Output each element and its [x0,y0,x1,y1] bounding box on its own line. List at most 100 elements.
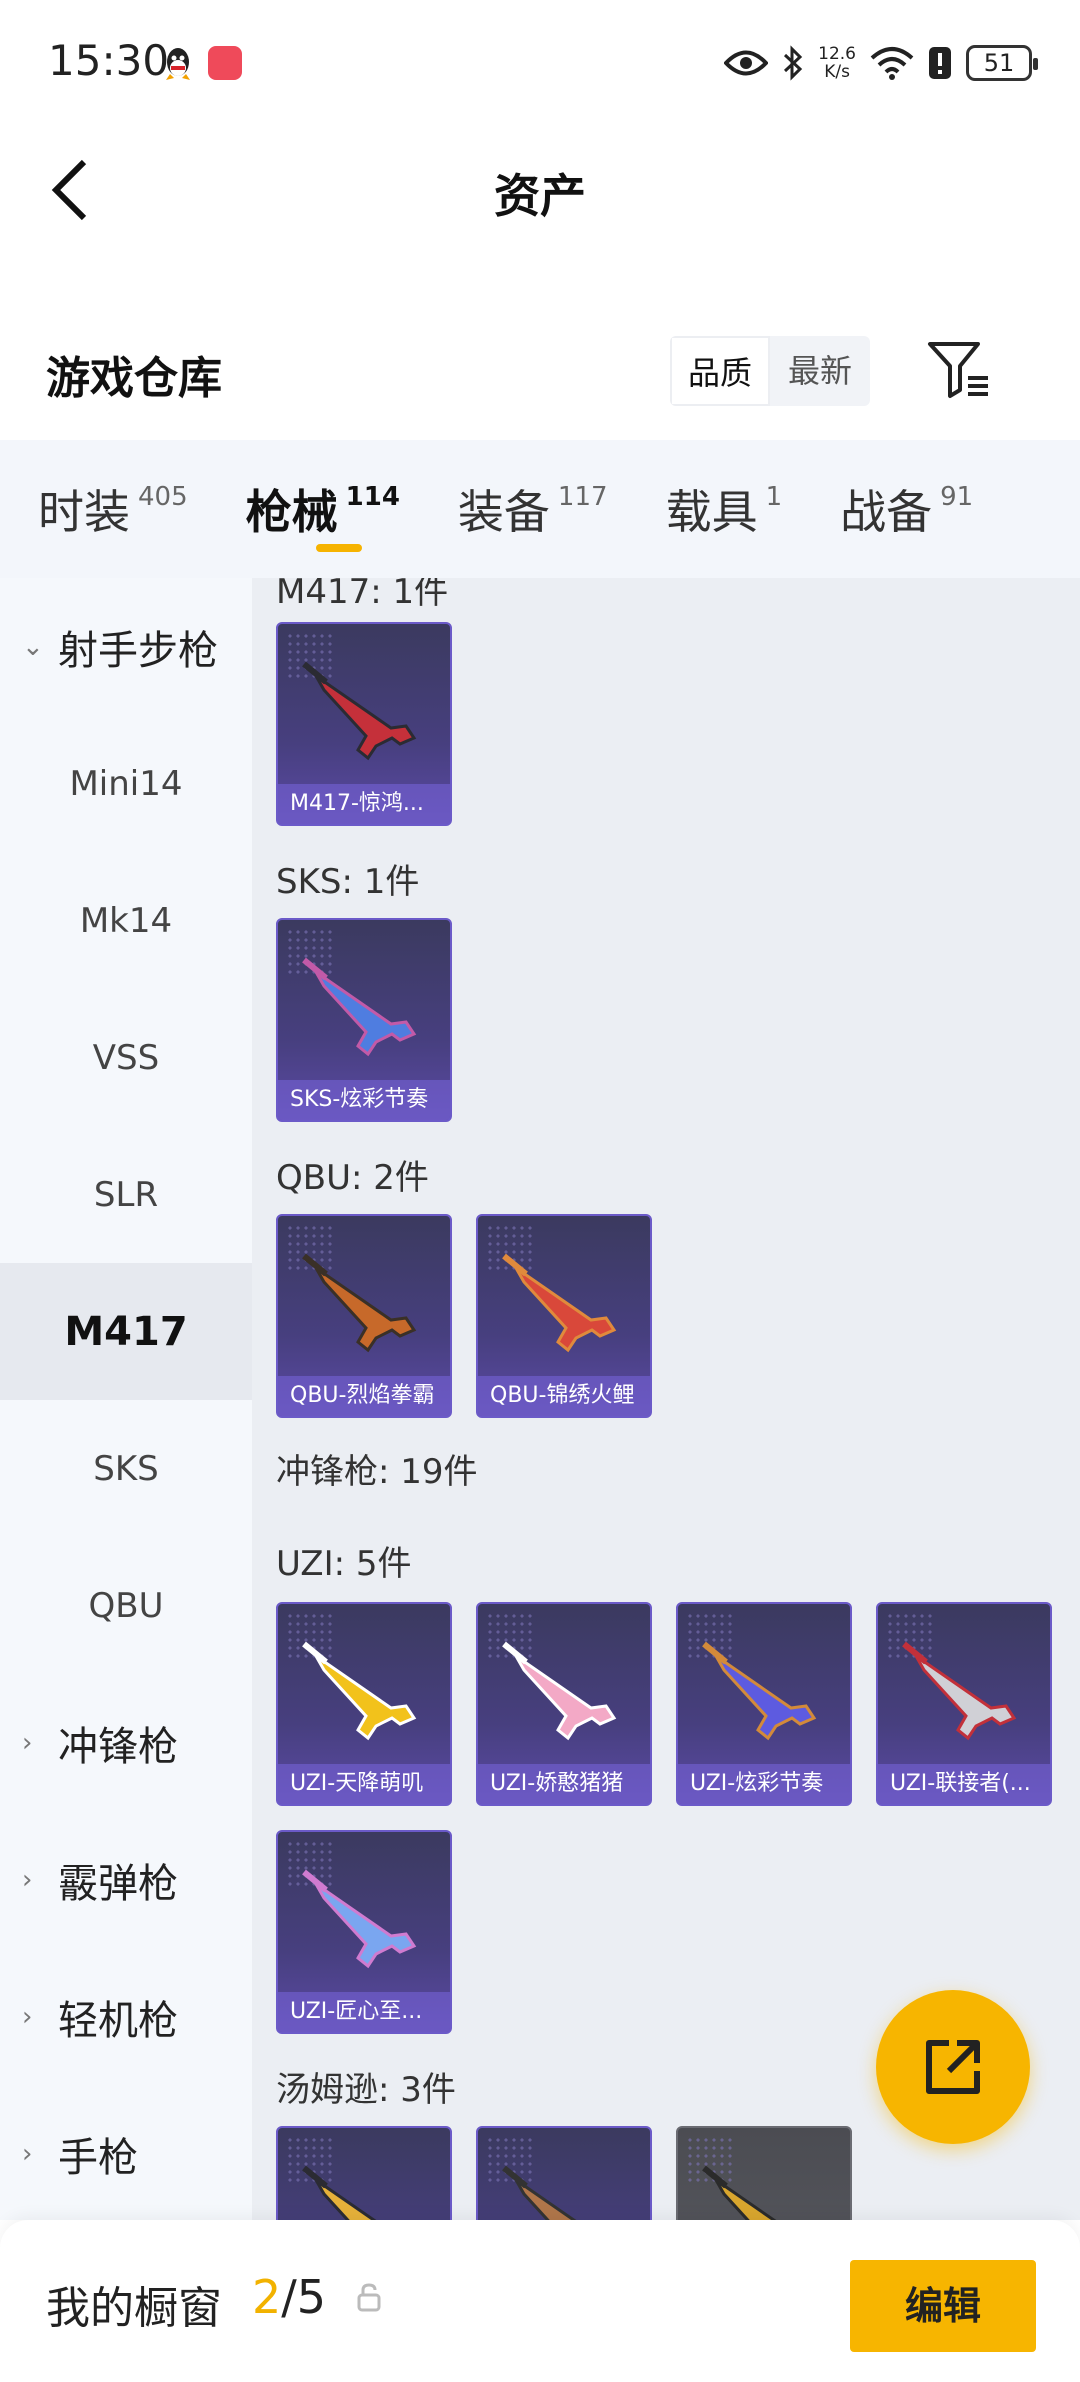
app-header: 资产 [0,130,1080,250]
bluetooth-icon [784,45,803,81]
share-button[interactable] [876,1990,1030,2144]
tab-fashion[interactable]: 时装 405 [0,440,208,578]
showcase-total: /5 [281,2270,327,2324]
weapon-image-icon [302,2165,377,2220]
weapon-card[interactable]: UZI-炫彩节奏 [676,1602,852,1806]
sidebar-item-label: 射手步枪 [58,627,218,674]
battery-icon: 51 [966,45,1038,81]
weapon-card[interactable]: UZI-天降萌叽 [276,1602,452,1806]
eye-icon [724,50,769,76]
group-heading: 冲锋枪: 19件 [276,1452,478,1492]
share-external-icon [926,2040,980,2094]
sidebar-group-pistol[interactable]: › 手枪 [0,2085,252,2220]
filter-icon[interactable] [924,334,994,404]
sidebar-group-dmr[interactable]: ⌄ 射手步枪 [0,578,252,715]
weapon-card-label: QBU-烈焰拳霸 [278,1376,450,1416]
tab-weapons[interactable]: 枪械 114 [208,440,420,578]
weapon-card-label: UZI-匠心至... [278,1992,450,2032]
chevron-right-icon: › [22,2138,33,2169]
weapon-image-icon [702,2165,777,2220]
weapon-image-icon [302,957,417,1057]
tab-count: 405 [138,482,188,512]
weapon-card[interactable] [476,2126,652,2220]
tab-vehicles[interactable]: 载具 1 [628,440,803,578]
weapon-card-label: UZI-娇憨猪猪 [478,1764,650,1804]
category-tabs: 时装 405 枪械 114 装备 117 载具 1 战备 91 [0,440,1080,578]
sidebar-item-vss[interactable]: VSS [0,989,252,1126]
sidebar-item-label: 轻机枪 [58,1997,178,2044]
tab-count: 1 [765,482,783,512]
sidebar-group-smg[interactable]: › 冲锋枪 [0,1674,252,1811]
weapon-card[interactable]: UZI-娇憨猪猪 [476,1602,652,1806]
weapon-card-label: QBU-锦绣火鲤 [478,1376,650,1416]
warehouse-row: 游戏仓库 品质 最新 [0,320,1080,440]
warehouse-title: 游戏仓库 [46,353,222,404]
sort-option-newest[interactable]: 最新 [770,336,870,406]
weapon-card[interactable]: UZI-匠心至... [276,1830,452,2034]
wifi-icon [870,47,914,80]
tab-label: 战备 [840,485,933,539]
sidebar-item-sks[interactable]: SKS [0,1400,252,1537]
status-bar: 15:30 12.6 K/s 51 [0,0,1080,130]
tab-equipment[interactable]: 装备 117 [420,440,628,578]
weapon-card[interactable] [676,2126,852,2220]
weapon-card[interactable]: M417-惊鸿... [276,622,452,826]
tab-label: 载具 [665,485,758,539]
weapon-card[interactable]: QBU-锦绣火鲤 [476,1214,652,1418]
weapon-sidebar: ⌄ 射手步枪 Mini14 Mk14 VSS SLR M417 SKS QBU … [0,578,252,2220]
weapon-image-icon [902,1641,1017,1741]
weapon-image-icon [302,661,417,761]
chevron-right-icon: › [22,1727,33,1758]
lock-icon [357,2283,381,2312]
tab-label: 枪械 [245,485,338,539]
showcase-current: 2 [252,2270,282,2324]
weapon-card[interactable] [276,2126,452,2220]
sidebar-item-label: 手枪 [58,2134,138,2181]
qq-icon [166,48,190,80]
weapon-image-icon [302,1253,417,1353]
tab-supplies[interactable]: 战备 91 [802,440,993,578]
tab-count: 117 [557,482,608,512]
sidebar-group-lmg[interactable]: › 轻机枪 [0,1948,252,2085]
tab-label: 装备 [457,485,550,539]
net-speed-value: 12.6 [818,44,856,64]
chevron-down-icon: ⌄ [22,631,44,662]
weapon-card[interactable]: SKS-炫彩节奏 [276,918,452,1122]
group-heading: UZI: 5件 [276,1544,412,1584]
status-right: 12.6 K/s 51 [724,40,1038,86]
app-notification-icon [208,46,242,80]
weapon-image-icon [502,1641,617,1741]
group-heading: 汤姆逊: 3件 [276,2070,456,2110]
sort-segment: 品质 最新 [670,336,870,406]
sidebar-group-shotgun[interactable]: › 霰弹枪 [0,1811,252,1948]
weapon-image-icon [502,2165,577,2220]
tab-count: 91 [940,482,974,512]
status-time: 15:30 [48,36,170,85]
active-tab-indicator [316,544,362,552]
sidebar-item-label: 霰弹枪 [58,1860,178,1907]
sidebar-item-slr[interactable]: SLR [0,1126,252,1263]
edit-button[interactable]: 编辑 [850,2260,1036,2352]
sidebar-item-m417[interactable]: M417 [0,1263,252,1400]
sort-option-quality[interactable]: 品质 [670,336,770,406]
weapon-card-label: UZI-联接者(... [878,1764,1050,1804]
net-speed-unit: K/s [824,62,850,82]
showcase-title: 我的橱窗 [46,2283,222,2334]
weapon-card[interactable]: QBU-烈焰拳霸 [276,1214,452,1418]
sidebar-item-mini14[interactable]: Mini14 [0,715,252,852]
sidebar-item-qbu[interactable]: QBU [0,1537,252,1674]
weapon-image-icon [302,1869,417,1969]
chevron-right-icon: › [22,2001,33,2032]
group-heading: M417: 1件 [276,578,449,612]
weapon-card-label: UZI-天降萌叽 [278,1764,450,1804]
weapon-card-label: SKS-炫彩节奏 [278,1080,450,1120]
weapon-image-icon [302,1641,417,1741]
weapon-card-label: UZI-炫彩节奏 [678,1764,850,1804]
weapon-card[interactable]: UZI-联接者(... [876,1602,1052,1806]
weapon-image-icon [702,1641,817,1741]
page-title: 资产 [494,169,586,223]
sidebar-item-mk14[interactable]: Mk14 [0,852,252,989]
sidebar-item-label: 冲锋枪 [58,1723,178,1770]
weapon-image-icon [502,1253,617,1353]
alert-icon [929,47,951,79]
